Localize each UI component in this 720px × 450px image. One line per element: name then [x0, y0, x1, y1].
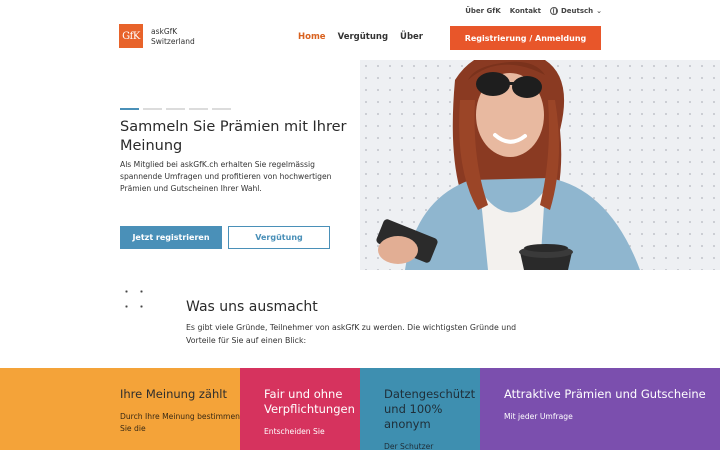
feature-tile-title: Fair und ohne Verpflichtungen	[264, 387, 355, 416]
chevron-down-icon: ⌄	[596, 7, 602, 15]
hero-title: Sammeln Sie Prämien mit Ihrer Meinung	[120, 119, 347, 154]
feature-tile-title: Attraktive Prämien und Gutscheine	[504, 387, 706, 401]
hero-slider-indicators	[120, 108, 231, 110]
section-description: Es gibt viele Gründe, Teilnehmer von ask…	[186, 323, 517, 345]
hero-description: Als Mitglied bei askGfK.ch erhalten Sie …	[120, 160, 332, 193]
gfk-logo[interactable]: GfK	[119, 24, 143, 48]
feature-tile-rewards[interactable]: Attraktive Prämien und Gutscheine Mit je…	[480, 368, 720, 450]
slide-indicator-1[interactable]	[120, 108, 139, 110]
hero-photo-illustration	[376, 60, 640, 270]
language-selector[interactable]: Deutsch ⌄	[549, 7, 602, 15]
slide-indicator-3[interactable]	[166, 108, 185, 110]
main-nav: Home Vergütung Über	[298, 32, 423, 42]
feature-tile-opinion[interactable]: Ihre Meinung zählt Durch Ihre Meinung be…	[0, 368, 240, 450]
feature-tile-body: Der Schutzer	[384, 442, 434, 450]
slide-indicator-4[interactable]	[189, 108, 208, 110]
brand-name-line1: askGfK	[151, 27, 178, 36]
brand-name: askGfK Switzerland	[151, 27, 195, 47]
verguetung-button[interactable]: Vergütung	[228, 226, 330, 249]
decorative-dot-grid	[119, 284, 155, 320]
feature-tile-title: Ihre Meinung zählt	[120, 387, 227, 401]
language-label: Deutsch	[560, 7, 594, 15]
feature-tile-privacy[interactable]: Datengeschützt und 100% anonym Der Schut…	[360, 368, 480, 450]
feature-tiles: Ihre Meinung zählt Durch Ihre Meinung be…	[0, 368, 720, 450]
nav-item-home[interactable]: Home	[298, 32, 326, 42]
nav-item-ueber[interactable]: Über	[400, 32, 423, 42]
feature-tile-body: Entscheiden Sie	[264, 427, 325, 436]
register-now-button[interactable]: Jetzt registrieren	[120, 226, 222, 249]
feature-tile-body: Durch Ihre Meinung bestimmen Sie die	[120, 412, 240, 433]
register-login-button[interactable]: Registrierung / Anmeldung	[450, 26, 601, 50]
utility-nav: Über GfK Kontakt Deutsch ⌄	[465, 7, 602, 15]
globe-icon	[549, 7, 558, 15]
slide-indicator-5[interactable]	[212, 108, 231, 110]
nav-item-verguetung[interactable]: Vergütung	[338, 32, 388, 42]
section-title: Was uns ausmacht	[186, 299, 318, 315]
utility-link-contact[interactable]: Kontakt	[510, 7, 541, 15]
brand-name-line2: Switzerland	[151, 37, 195, 46]
utility-link-about[interactable]: Über GfK	[465, 7, 501, 15]
feature-tile-fair[interactable]: Fair und ohne Verpflichtungen Entscheide…	[240, 368, 360, 450]
feature-tile-title: Datengeschützt und 100% anonym	[384, 387, 476, 431]
hero-image	[360, 60, 720, 270]
slide-indicator-2[interactable]	[143, 108, 162, 110]
feature-tile-body: Mit jeder Umfrage	[504, 412, 573, 421]
